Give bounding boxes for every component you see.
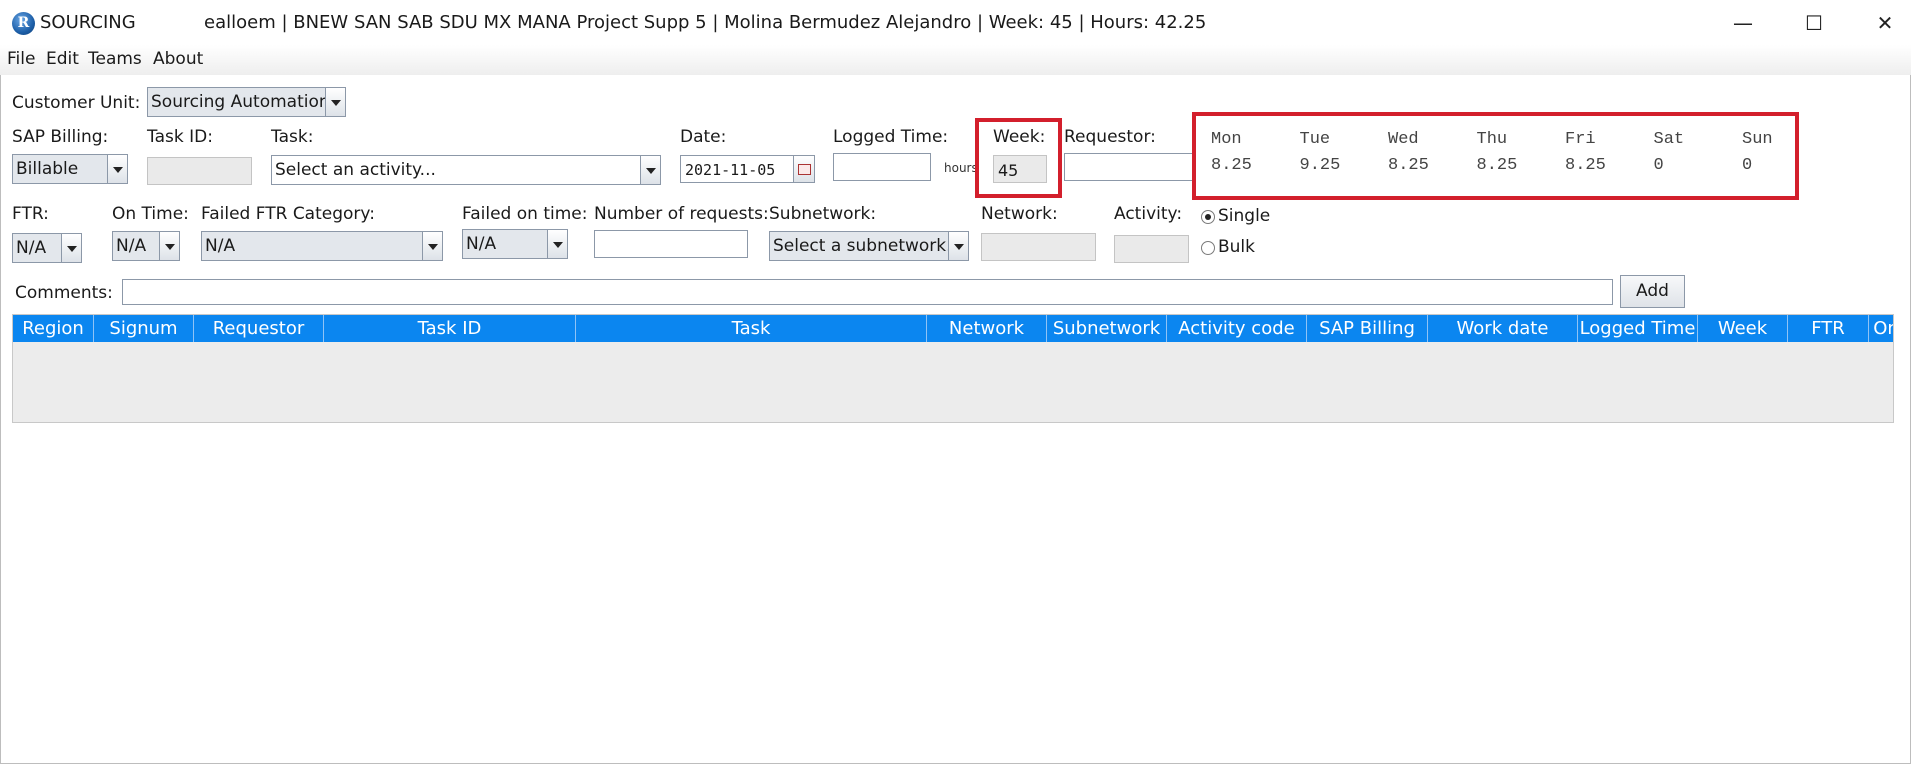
sap-billing-select[interactable]: Billable: [12, 154, 128, 184]
on-time-label: On Time:: [112, 204, 189, 224]
on-time-select[interactable]: N/A: [112, 231, 180, 261]
activity-field: [1114, 235, 1189, 263]
close-button[interactable]: ✕: [1853, 4, 1911, 42]
failed-ftr-category-label: Failed FTR Category:: [201, 204, 375, 224]
subnetwork-select[interactable]: Select a subnetwork...: [769, 231, 969, 261]
failed-on-time-label: Failed on time:: [462, 204, 588, 224]
add-button[interactable]: Add: [1620, 275, 1685, 308]
requestor-input[interactable]: [1064, 153, 1195, 181]
column-header-signum[interactable]: Signum: [94, 315, 194, 342]
column-header-logged-time[interactable]: Logged Time: [1578, 315, 1698, 342]
menu-bar: File Edit Teams About: [0, 45, 1911, 75]
task-select[interactable]: Select an activity...: [271, 155, 661, 185]
chevron-down-icon[interactable]: [948, 232, 968, 260]
column-header-network[interactable]: Network: [927, 315, 1047, 342]
single-radio[interactable]: [1201, 210, 1215, 224]
column-header-task-id[interactable]: Task ID: [324, 315, 576, 342]
failed-ftr-category-select[interactable]: N/A: [201, 231, 443, 261]
ftr-value: N/A: [16, 238, 47, 258]
logged-time-label: Logged Time:: [833, 127, 949, 147]
menu-edit[interactable]: Edit: [46, 49, 79, 69]
chevron-down-icon[interactable]: [640, 156, 660, 184]
column-header-subnetwork[interactable]: Subnetwork: [1047, 315, 1167, 342]
number-of-requests-input[interactable]: [594, 230, 748, 258]
day-hours-sun: 0: [1742, 156, 1753, 175]
sap-billing-label: SAP Billing:: [12, 127, 109, 147]
column-header-task[interactable]: Task: [576, 315, 927, 342]
day-hours-tue: 9.25: [1299, 156, 1341, 175]
app-logo-icon: R: [12, 12, 35, 35]
task-id-label: Task ID:: [147, 127, 213, 147]
date-field[interactable]: 2021-11-05: [680, 155, 815, 183]
subnetwork-label: Subnetwork:: [769, 204, 877, 224]
day-label-wed: Wed: [1388, 130, 1419, 149]
week-highlight: [975, 118, 1062, 198]
chevron-down-icon[interactable]: [107, 155, 127, 183]
menu-about[interactable]: About: [153, 49, 203, 69]
day-hours-sat: 0: [1653, 156, 1664, 175]
date-label: Date:: [680, 127, 727, 147]
column-header-on[interactable]: On: [1869, 315, 1893, 342]
comments-label: Comments:: [15, 283, 113, 303]
task-id-field: [147, 157, 252, 185]
day-hours-fri: 8.25: [1565, 156, 1606, 175]
column-header-region[interactable]: Region: [13, 315, 94, 342]
entries-table[interactable]: Region Signum Requestor Task ID Task Network S…: [12, 314, 1894, 423]
customer-unit-value: Sourcing Automation: [151, 92, 330, 112]
logged-time-input[interactable]: [833, 153, 931, 181]
day-label-thu: Thu: [1476, 130, 1508, 149]
calendar-icon[interactable]: [793, 156, 814, 182]
day-label-sat: Sat: [1653, 130, 1685, 149]
customer-unit-label: Customer Unit:: [12, 93, 141, 113]
hours-unit-label: hours: [944, 161, 978, 175]
sap-billing-value: Billable: [16, 159, 79, 179]
column-header-week[interactable]: Week: [1698, 315, 1788, 342]
subnetwork-value: Select a subnetwork...: [773, 236, 963, 256]
chevron-down-icon[interactable]: [159, 232, 179, 260]
number-of-requests-label: Number of requests:: [594, 204, 769, 224]
column-header-requestor[interactable]: Requestor: [194, 315, 324, 342]
menu-file[interactable]: File: [7, 49, 35, 69]
failed-ftr-category-value: N/A: [205, 236, 236, 256]
day-hours-wed: 8.25: [1388, 156, 1429, 175]
chevron-down-icon[interactable]: [325, 88, 345, 116]
day-label-fri: Fri: [1565, 130, 1596, 149]
failed-on-time-select[interactable]: N/A: [462, 229, 568, 259]
activity-label: Activity:: [1114, 204, 1183, 224]
task-label: Task:: [271, 127, 314, 147]
chevron-down-icon[interactable]: [547, 230, 567, 258]
ftr-select[interactable]: N/A: [12, 233, 82, 263]
ftr-label: FTR:: [12, 204, 49, 224]
chevron-down-icon[interactable]: [422, 232, 442, 260]
network-label: Network:: [981, 204, 1058, 224]
bulk-radio-label[interactable]: Bulk: [1218, 237, 1255, 257]
day-label-tue: Tue: [1299, 130, 1331, 149]
network-field: [981, 233, 1096, 261]
comments-input[interactable]: [122, 279, 1613, 305]
app-name: SOURCING: [40, 12, 136, 33]
title-bar: R SOURCING ealloem | BNEW SAN SAB SDU MX…: [0, 0, 1911, 45]
day-hours-mon: 8.25: [1211, 156, 1252, 175]
column-header-sap-billing[interactable]: SAP Billing: [1307, 315, 1428, 342]
on-time-value: N/A: [116, 236, 147, 256]
column-header-activity-code[interactable]: Activity code: [1167, 315, 1307, 342]
failed-on-time-value: N/A: [466, 234, 497, 254]
bulk-radio[interactable]: [1201, 241, 1215, 255]
day-label-mon: Mon: [1211, 130, 1242, 149]
task-value: Select an activity...: [275, 160, 436, 180]
day-hours-thu: 8.25: [1476, 156, 1518, 175]
chevron-down-icon[interactable]: [61, 234, 81, 262]
maximize-button[interactable]: ☐: [1782, 4, 1846, 42]
window-title: ealloem | BNEW SAN SAB SDU MX MANA Proje…: [204, 12, 1207, 33]
customer-unit-select[interactable]: Sourcing Automation: [147, 87, 346, 117]
column-header-work-date[interactable]: Work date: [1428, 315, 1578, 342]
menu-teams[interactable]: Teams: [88, 49, 142, 69]
requestor-label: Requestor:: [1064, 127, 1156, 147]
minimize-button[interactable]: —: [1711, 4, 1775, 42]
single-radio-label[interactable]: Single: [1218, 206, 1270, 226]
column-header-ftr[interactable]: FTR: [1788, 315, 1869, 342]
date-value: 2021-11-05: [685, 161, 776, 179]
table-header: Region Signum Requestor Task ID Task Network S…: [13, 315, 1893, 342]
day-label-sun: Sun: [1742, 130, 1773, 149]
